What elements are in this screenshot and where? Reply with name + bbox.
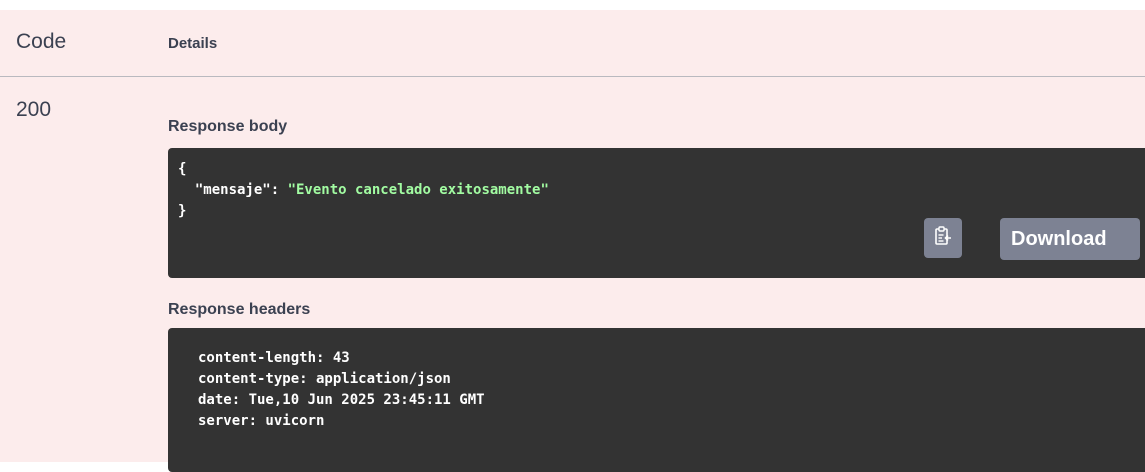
response-body-label: Response body <box>168 118 288 135</box>
header-line: content-type: application/json <box>198 371 451 387</box>
clipboard-copy-icon <box>934 226 952 250</box>
json-value: "Evento cancelado exitosamente" <box>287 182 549 198</box>
status-code: 200 <box>16 98 52 121</box>
header-line: date: Tue,10 Jun 2025 23:45:11 GMT <box>198 392 485 408</box>
response-body-json: { "mensaje": "Evento cancelado exitosame… <box>178 159 1145 222</box>
json-close-brace: } <box>178 203 187 219</box>
header-line: content-length: 43 <box>198 350 350 366</box>
json-key: "mensaje" <box>194 182 271 198</box>
response-headers-block[interactable]: content-length: 43 content-type: applica… <box>168 328 1145 472</box>
responses-table-header: Code Details <box>0 10 1145 77</box>
download-button[interactable]: Download <box>1000 218 1140 260</box>
response-headers-text: content-length: 43 content-type: applica… <box>198 348 1145 432</box>
copy-to-clipboard-button[interactable] <box>924 218 962 258</box>
code-column-header: Code <box>16 30 67 53</box>
responses-panel: Code Details 200 Response body { "mensaj… <box>0 10 1145 472</box>
header-line: server: uvicorn <box>198 413 325 429</box>
details-column-header: Details <box>168 35 218 52</box>
json-colon: : <box>270 182 288 198</box>
response-headers-label: Response headers <box>168 301 311 318</box>
json-open-brace: { <box>178 161 187 177</box>
response-body-block[interactable]: { "mensaje": "Evento cancelado exitosame… <box>168 148 1145 278</box>
